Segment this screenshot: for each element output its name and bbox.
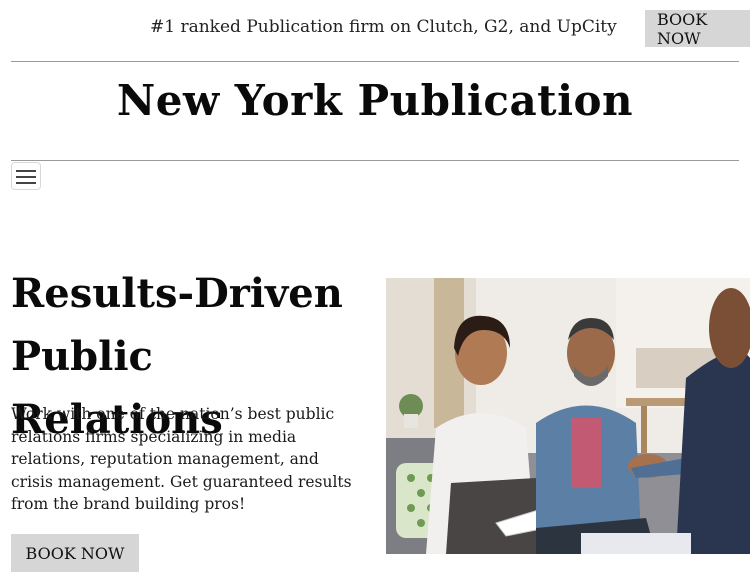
tagline: #1 ranked Publication firm on Clutch, G2… [150,17,617,37]
people-meeting-photo [386,278,750,554]
hamburger-menu-icon[interactable] [11,162,41,190]
hero-book-now-button[interactable]: BOOK NOW [11,534,139,572]
top-announcement-bar: #1 ranked Publication firm on Clutch, G2… [0,0,750,58]
divider [11,61,739,62]
book-now-button[interactable]: BOOK NOW [645,10,750,48]
divider [11,160,739,161]
site-logo[interactable]: New York Publication [0,76,750,125]
hero-description: Work with one of the nation’s best publi… [11,405,352,513]
hero-title-line: Results-Driven [11,270,343,317]
